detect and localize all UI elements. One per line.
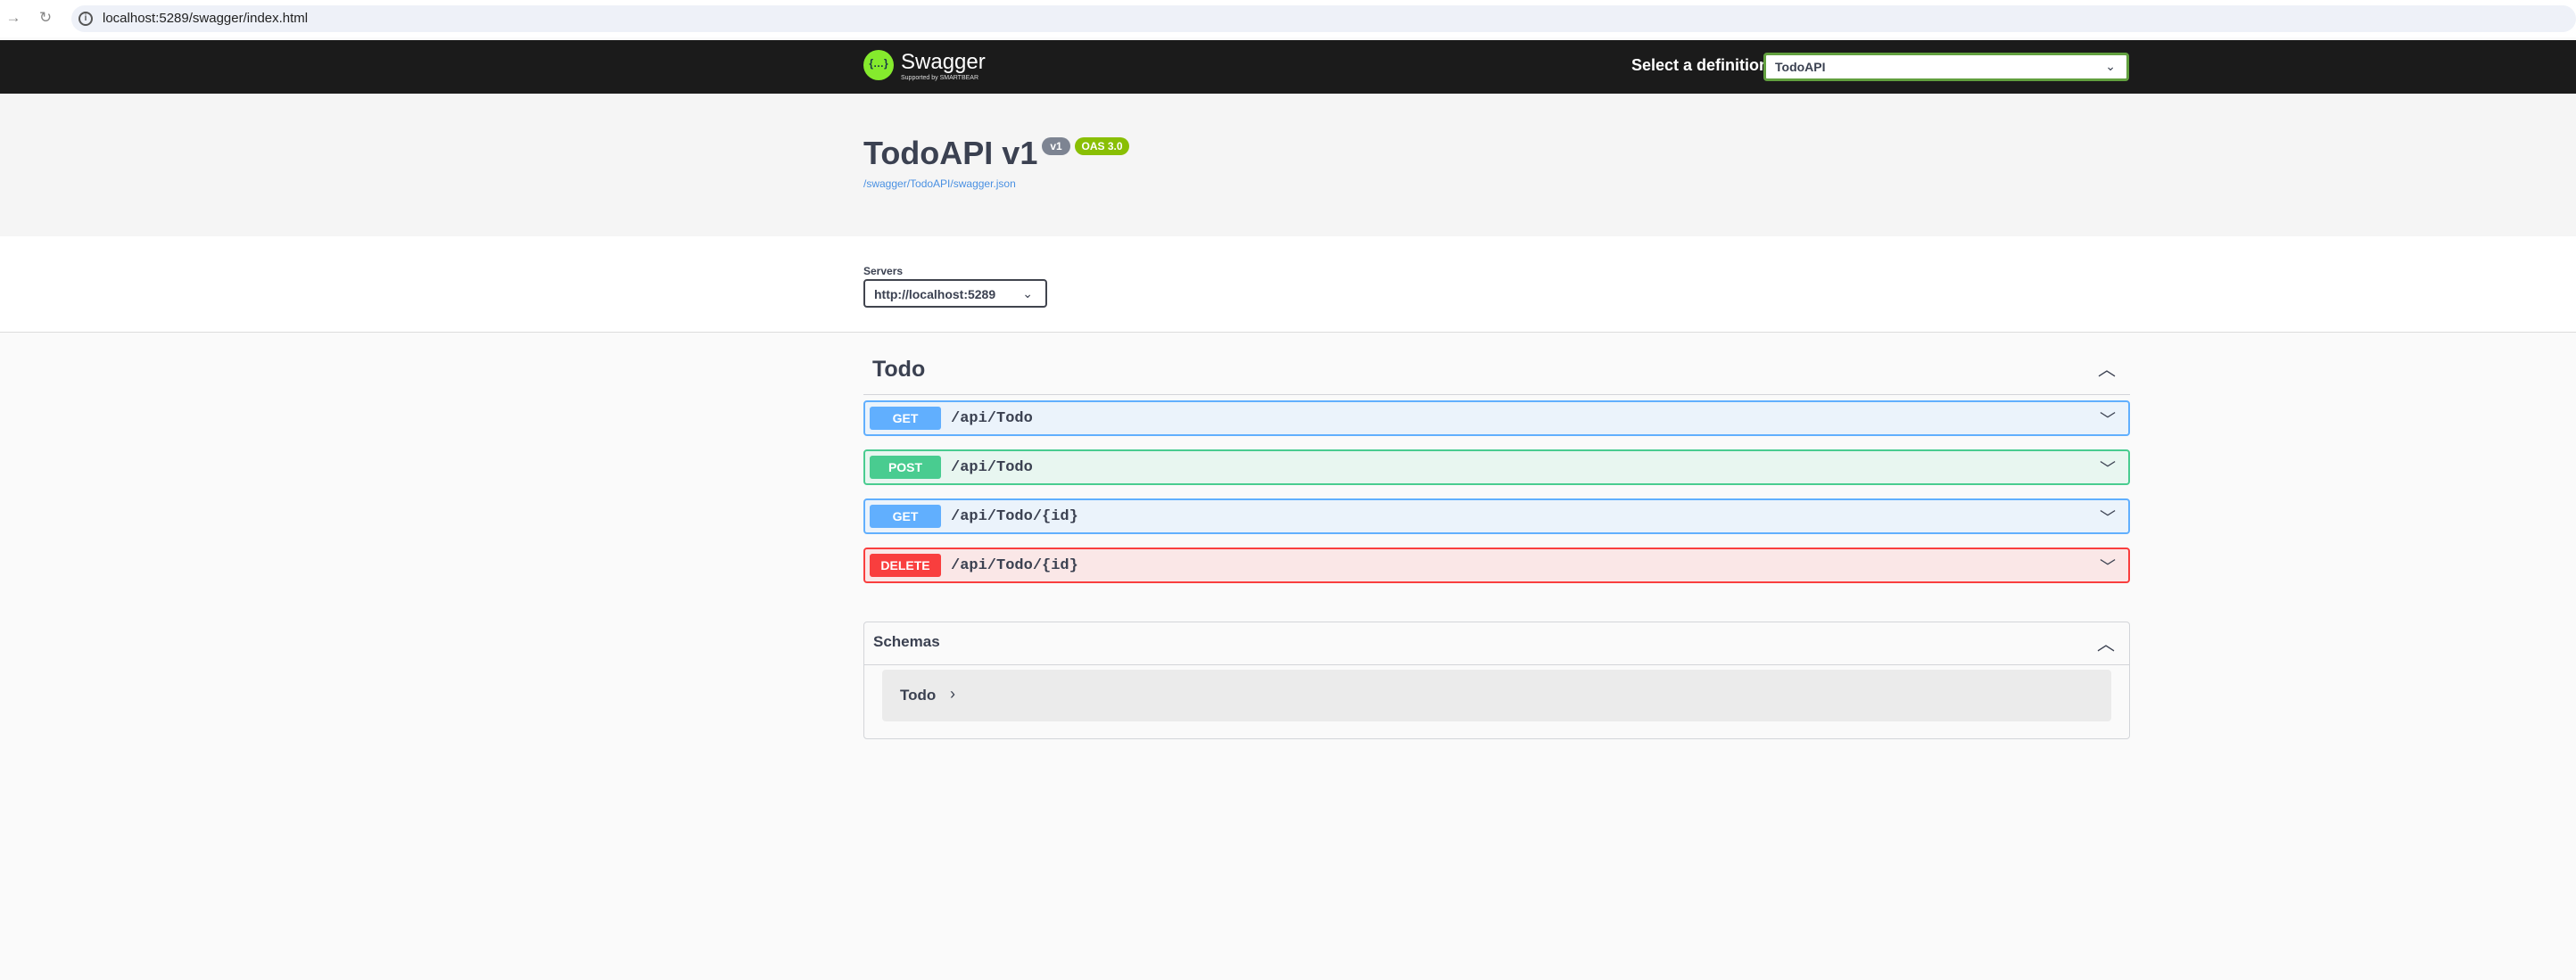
schemas-header[interactable]: Schemas ︿ — [864, 622, 2129, 665]
chevron-up-icon[interactable]: ︿ — [2097, 630, 2115, 655]
tag-header-todo[interactable]: Todo ︿ — [863, 348, 2130, 395]
forward-icon[interactable]: → — [4, 9, 22, 27]
site-info-icon[interactable]: i — [78, 12, 93, 26]
model-name: Todo — [900, 687, 937, 704]
servers-label: Servers — [863, 265, 904, 277]
spec-json-link[interactable]: /swagger/TodoAPI/swagger.json — [863, 177, 1016, 190]
method-badge: DELETE — [870, 554, 941, 577]
logo-name: Swagger — [901, 50, 986, 74]
operation-path: /api/Todo/{id} — [951, 557, 1078, 574]
chevron-down-icon: ⌄ — [2105, 59, 2116, 73]
api-title: TodoAPI v1 — [863, 135, 1038, 171]
operation-get-api-todo[interactable]: GET /api/Todo ﹀ — [863, 400, 2130, 436]
operation-path: /api/Todo/{id} — [951, 508, 1078, 525]
operation-path: /api/Todo — [951, 459, 1033, 476]
operation-post-api-todo[interactable]: POST /api/Todo ﹀ — [863, 449, 2130, 485]
servers-section: Servers http://localhost:5289 ⌄ — [0, 236, 2576, 333]
swagger-topbar: Swagger Supported by SMARTBEAR Select a … — [0, 40, 2576, 94]
select-definition-label: Select a definition — [1631, 56, 1770, 74]
schemas-title: Schemas — [873, 633, 940, 650]
reload-icon[interactable]: ↻ — [37, 9, 54, 27]
operation-path: /api/Todo — [951, 410, 1033, 427]
operation-delete-api-todo-id[interactable]: DELETE /api/Todo/{id} ﹀ — [863, 548, 2130, 583]
oas-badge: OAS 3.0 — [1075, 137, 1129, 155]
schema-model-todo[interactable]: Todo › — [882, 670, 2111, 721]
method-badge: GET — [870, 407, 941, 430]
tag-title: Todo — [872, 357, 926, 382]
chevron-down-icon[interactable]: ﹀ — [2100, 555, 2116, 578]
schemas-section: Schemas ︿ Todo › — [863, 622, 2130, 739]
api-info-section: TodoAPI v1 v1 OAS 3.0 /swagger/TodoAPI/s… — [0, 94, 2576, 236]
chevron-down-icon[interactable]: ﹀ — [2100, 506, 2116, 529]
swagger-logo-icon — [863, 50, 894, 80]
browser-toolbar: → ↻ i localhost:5289/swagger/index.html — [0, 0, 2576, 37]
method-badge: GET — [870, 505, 941, 528]
address-bar[interactable]: i localhost:5289/swagger/index.html — [71, 5, 2576, 32]
server-select-value: http://localhost:5289 — [874, 287, 996, 301]
definition-select[interactable]: TodoAPI ⌄ — [1763, 53, 2129, 81]
definition-select-value: TodoAPI — [1775, 60, 1826, 74]
chevron-down-icon[interactable]: ﹀ — [2100, 457, 2116, 480]
chevron-down-icon[interactable]: ﹀ — [2100, 408, 2116, 431]
logo-subtitle: Supported by SMARTBEAR — [901, 75, 979, 81]
chevron-up-icon[interactable]: ︿ — [2098, 355, 2116, 381]
server-select[interactable]: http://localhost:5289 ⌄ — [863, 279, 1047, 308]
version-badge: v1 — [1042, 137, 1070, 155]
method-badge: POST — [870, 456, 941, 479]
operation-get-api-todo-id[interactable]: GET /api/Todo/{id} ﹀ — [863, 498, 2130, 534]
chevron-down-icon: ⌄ — [1022, 286, 1033, 301]
url-text[interactable]: localhost:5289/swagger/index.html — [103, 11, 308, 26]
chevron-right-icon[interactable]: › — [950, 685, 955, 704]
